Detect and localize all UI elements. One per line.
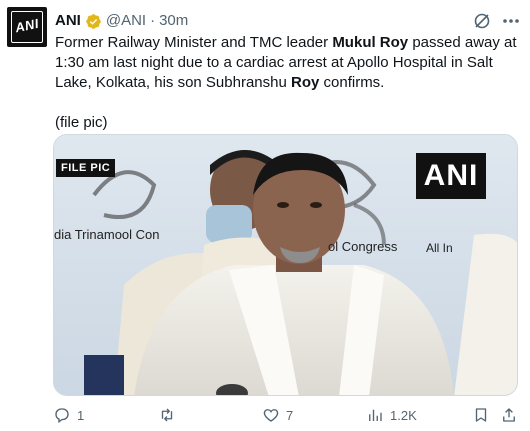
banner-text-right: All In (426, 241, 453, 255)
tweet-header: ANI @ANI · 30m (55, 11, 188, 31)
share-button[interactable] (500, 403, 518, 427)
timestamp[interactable]: 30m (159, 11, 188, 31)
more-icon[interactable] (500, 11, 522, 31)
highlighted-name: Mukul Roy (332, 34, 409, 51)
tweet-image[interactable]: dia Trinamool Con ol Congress All In FIL… (53, 134, 518, 396)
file-pic-note: (file pic) (55, 114, 108, 131)
views-count: 1.2K (390, 407, 417, 423)
reply-icon (55, 408, 69, 424)
reply-button[interactable]: 1 (53, 403, 84, 427)
author-handle[interactable]: @ANI (106, 11, 146, 31)
views-icon (369, 409, 382, 421)
like-button[interactable]: 7 (262, 403, 293, 427)
bookmark-button[interactable] (472, 403, 490, 427)
banner-text-mid: ol Congress (328, 239, 398, 254)
reply-count: 1 (77, 407, 85, 423)
verified-badge-icon (86, 13, 101, 29)
views-button[interactable]: 1.2K (366, 403, 417, 427)
grok-icon[interactable] (472, 11, 492, 31)
like-count: 7 (286, 407, 294, 423)
tweet-body: Former Railway Minister and TMC leader M… (55, 33, 520, 93)
banner-text-left: dia Trinamool Con (54, 227, 160, 242)
share-icon (503, 408, 515, 422)
ani-watermark: ANI (416, 153, 486, 199)
like-icon (263, 409, 279, 422)
repost-button[interactable] (158, 403, 182, 427)
author-name[interactable]: ANI (55, 11, 81, 31)
repost-icon (161, 408, 173, 422)
tweet-text: Former Railway Minister and TMC leader M… (55, 33, 520, 133)
tweet-text-intro: Former Railway Minister and TMC leader (55, 34, 333, 51)
highlighted-surname: Roy (291, 74, 320, 91)
avatar[interactable]: ANI (7, 7, 47, 47)
bookmark-icon (475, 408, 487, 422)
action-bar: 1 7 1.2K (0, 403, 530, 427)
file-pic-tag: FILE PIC (56, 159, 116, 177)
tweet-text-end: confirms. (319, 74, 385, 91)
separator-dot: · (150, 12, 156, 29)
